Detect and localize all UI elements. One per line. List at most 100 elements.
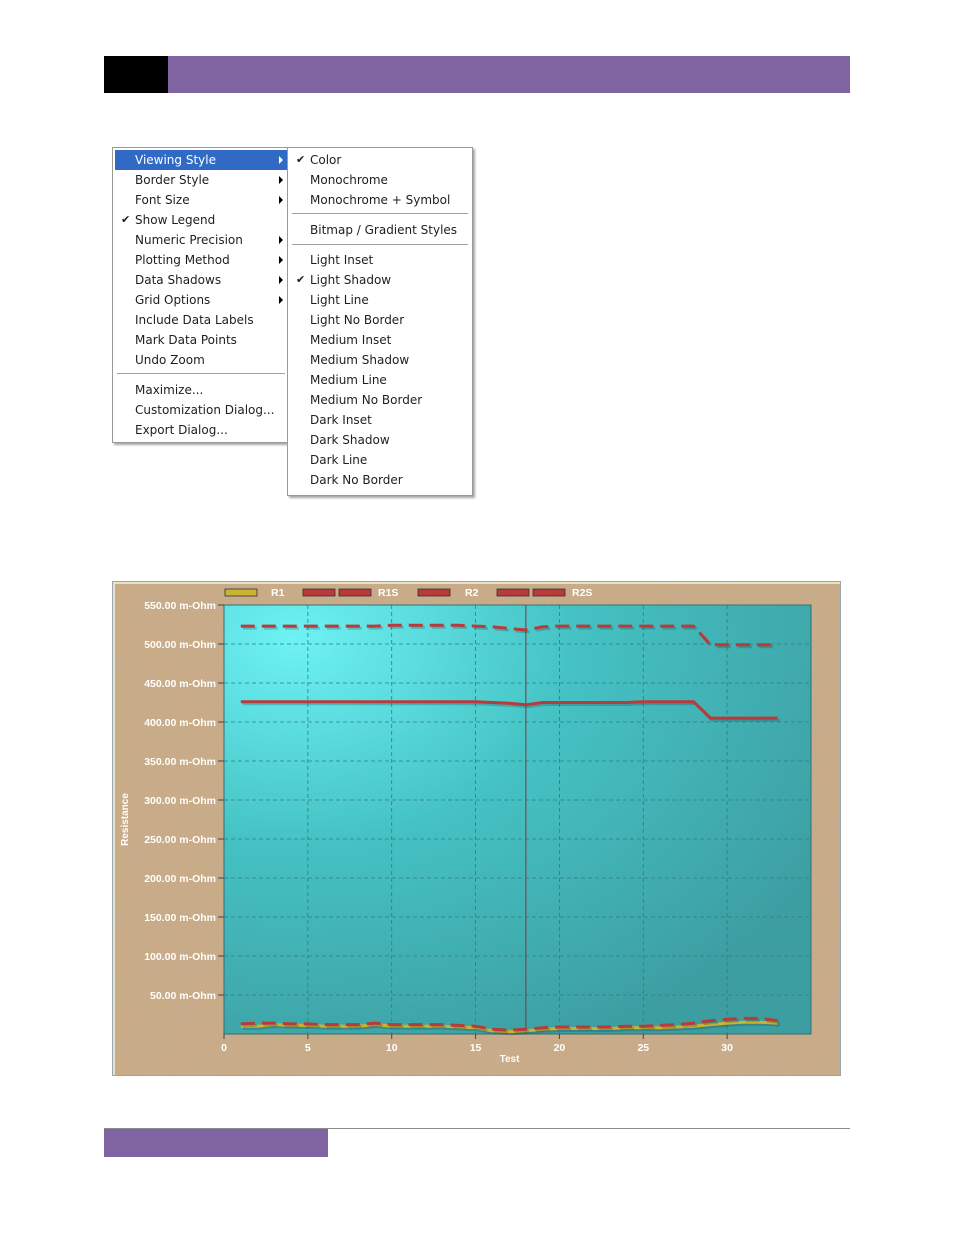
footer-purple-bar xyxy=(104,1129,328,1157)
menu-item-dark-no-border[interactable]: Dark No Border xyxy=(290,470,470,490)
legend-label-r1: R1 xyxy=(271,587,285,599)
chart-canvas: 550.00 m-Ohm500.00 m-Ohm450.00 m-Ohm400.… xyxy=(113,582,840,1075)
menu-item-show-legend[interactable]: ✔ Show Legend xyxy=(115,210,287,230)
menu-item-monochrome-symbol[interactable]: Monochrome + Symbol xyxy=(290,190,470,210)
menu-item-label: Undo Zoom xyxy=(135,353,205,367)
menu-item-dark-shadow[interactable]: Dark Shadow xyxy=(290,430,470,450)
menu-item-label: Medium Line xyxy=(310,373,387,387)
menu-item-label: Data Shadows xyxy=(135,273,222,287)
menu-item-label: Show Legend xyxy=(135,213,216,227)
legend-swatch-r1s xyxy=(338,588,372,597)
menu-item-maximize[interactable]: Maximize... xyxy=(115,380,287,400)
menu-item-light-line[interactable]: Light Line xyxy=(290,290,470,310)
header-black-block xyxy=(104,56,168,93)
menu-item-label: Maximize... xyxy=(135,383,204,397)
menu-item-label: Light Line xyxy=(310,293,369,307)
menu-item-label: Bitmap / Gradient Styles xyxy=(310,223,458,237)
submenu-arrow-icon xyxy=(279,196,283,204)
menu-item-bitmap-gradient-styles[interactable]: Bitmap / Gradient Styles xyxy=(290,220,470,240)
menu-item-label: Dark Inset xyxy=(310,413,372,427)
menu-item-export-dialog[interactable]: Export Dialog... xyxy=(115,420,287,440)
menu-item-label: Plotting Method xyxy=(135,253,230,267)
menu-item-undo-zoom[interactable]: Undo Zoom xyxy=(115,350,287,370)
legend-label-r2: R2 xyxy=(465,587,479,599)
menu-item-label: Monochrome + Symbol xyxy=(310,193,451,207)
y-tick-label: 500.00 m-Ohm xyxy=(144,639,216,651)
menu-item-dark-line[interactable]: Dark Line xyxy=(290,450,470,470)
menu-item-medium-shadow[interactable]: Medium Shadow xyxy=(290,350,470,370)
legend-swatch-r2 xyxy=(417,588,451,597)
menu-item-border-style[interactable]: Border Style xyxy=(115,170,287,190)
menu-item-label: Export Dialog... xyxy=(135,423,228,437)
submenu-arrow-icon xyxy=(279,256,283,264)
menu-separator xyxy=(292,244,468,246)
menu-item-label: Monochrome xyxy=(310,173,388,187)
menu-item-label: Dark Line xyxy=(310,453,368,467)
menu-item-include-data-labels[interactable]: Include Data Labels xyxy=(115,310,287,330)
menu-item-label: Border Style xyxy=(135,173,210,187)
menu-item-mark-data-points[interactable]: Mark Data Points xyxy=(115,330,287,350)
checkmark-icon: ✔ xyxy=(121,213,131,226)
menu-item-font-size[interactable]: Font Size xyxy=(115,190,287,210)
menu-item-label: Numeric Precision xyxy=(135,233,243,247)
menu-item-light-shadow[interactable]: ✔ Light Shadow xyxy=(290,270,470,290)
menu-item-label: Color xyxy=(310,153,342,167)
y-tick-label: 450.00 m-Ohm xyxy=(144,678,216,690)
menu-item-label: Medium No Border xyxy=(310,393,423,407)
y-tick-label: 50.00 m-Ohm xyxy=(150,990,216,1002)
checkmark-icon: ✔ xyxy=(296,273,306,286)
x-tick-label: 15 xyxy=(470,1042,482,1054)
menu-item-grid-options[interactable]: Grid Options xyxy=(115,290,287,310)
menu-item-label: Medium Shadow xyxy=(310,353,410,367)
submenu-arrow-icon xyxy=(279,176,283,184)
y-tick-label: 150.00 m-Ohm xyxy=(144,912,216,924)
menu-separator xyxy=(117,373,285,375)
menu-item-medium-line[interactable]: Medium Line xyxy=(290,370,470,390)
legend-swatch-r1 xyxy=(224,588,258,597)
x-tick-label: 20 xyxy=(554,1042,566,1054)
menu-item-dark-inset[interactable]: Dark Inset xyxy=(290,410,470,430)
menu-item-monochrome[interactable]: Monochrome xyxy=(290,170,470,190)
menu-item-label: Customization Dialog... xyxy=(135,403,275,417)
y-tick-label: 350.00 m-Ohm xyxy=(144,756,216,768)
legend-swatch-r2s xyxy=(532,588,566,597)
x-tick-label: 5 xyxy=(305,1042,311,1054)
y-tick-label: 200.00 m-Ohm xyxy=(144,873,216,885)
y-axis-label: Resistance xyxy=(120,793,131,846)
legend-label-r1s: R1S xyxy=(378,587,398,599)
menu-item-viewing-style[interactable]: Viewing Style xyxy=(115,150,287,170)
menu-item-label: Font Size xyxy=(135,193,190,207)
x-axis-label: Test xyxy=(500,1054,520,1065)
resistance-chart[interactable]: 550.00 m-Ohm 500.00 m-Ohm 450.00 m-Ohm 400.… xyxy=(112,581,841,1076)
menu-item-label: Dark No Border xyxy=(310,473,403,487)
legend-swatch-r1s xyxy=(302,588,336,597)
menu-item-data-shadows[interactable]: Data Shadows xyxy=(115,270,287,290)
submenu-arrow-icon xyxy=(279,236,283,244)
menu-item-label: Medium Inset xyxy=(310,333,392,347)
x-tick-label: 10 xyxy=(386,1042,398,1054)
x-tick-label: 30 xyxy=(721,1042,733,1054)
y-tick-label: 100.00 m-Ohm xyxy=(144,951,216,963)
x-tick-label: 25 xyxy=(637,1042,649,1054)
y-tick-label: 300.00 m-Ohm xyxy=(144,795,216,807)
viewing-style-submenu: ✔ Color Monochrome Monochrome + Symbol Bitma… xyxy=(287,147,473,496)
y-tick-label: 550.00 m-Ohm xyxy=(144,600,216,612)
menu-item-label: Dark Shadow xyxy=(310,433,390,447)
legend-label-r2s: R2S xyxy=(572,587,592,599)
menu-item-medium-inset[interactable]: Medium Inset xyxy=(290,330,470,350)
plot-area xyxy=(223,604,812,1035)
menu-item-customization-dialog[interactable]: Customization Dialog... xyxy=(115,400,287,420)
menu-item-label: Light Shadow xyxy=(310,273,392,287)
submenu-arrow-icon xyxy=(279,296,283,304)
submenu-arrow-icon xyxy=(279,276,283,284)
menu-item-color[interactable]: ✔ Color xyxy=(290,150,470,170)
menu-item-medium-no-border[interactable]: Medium No Border xyxy=(290,390,470,410)
menu-item-numeric-precision[interactable]: Numeric Precision xyxy=(115,230,287,250)
y-tick-label: 400.00 m-Ohm xyxy=(144,717,216,729)
legend-swatch-r2s xyxy=(496,588,530,597)
submenu-arrow-icon xyxy=(279,156,283,164)
menu-item-light-no-border[interactable]: Light No Border xyxy=(290,310,470,330)
menu-item-light-inset[interactable]: Light Inset xyxy=(290,250,470,270)
menu-item-label: Include Data Labels xyxy=(135,313,254,327)
menu-item-plotting-method[interactable]: Plotting Method xyxy=(115,250,287,270)
